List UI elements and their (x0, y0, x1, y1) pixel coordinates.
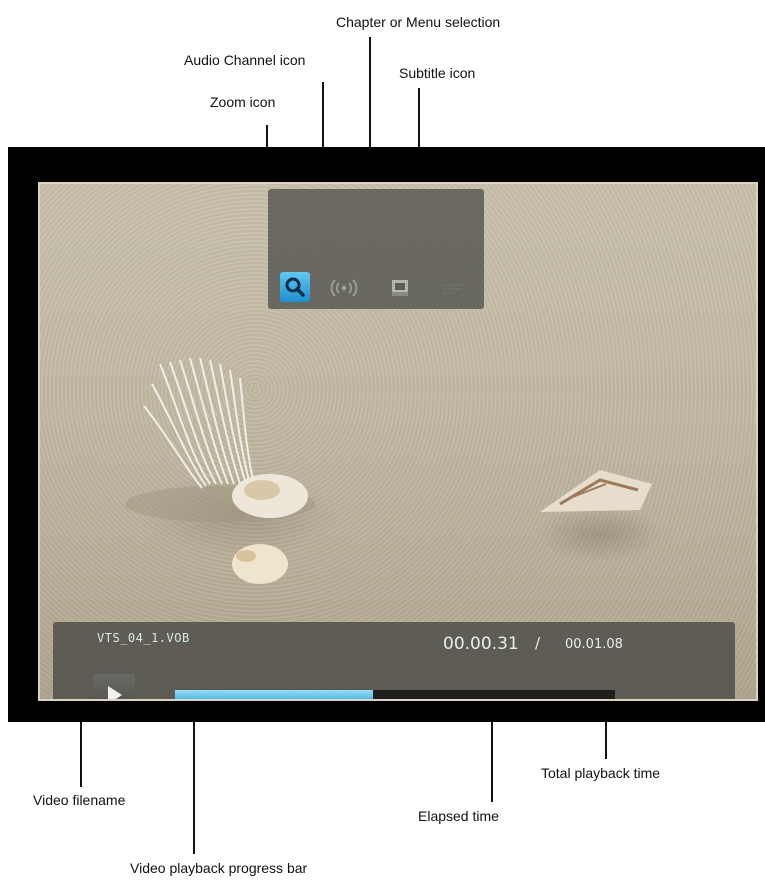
callout-zoom: Zoom icon (210, 94, 276, 110)
callout-elapsed-time: Elapsed time (418, 808, 499, 824)
broadcast-glyph (330, 279, 358, 297)
callout-total-playback-time: Total playback time (541, 765, 661, 781)
settings-icon-panel (268, 189, 484, 309)
chapter-glyph (392, 280, 408, 296)
progress-bar-fill (175, 690, 373, 699)
subtitle-icon[interactable] (438, 274, 466, 302)
callout-chapter-menu: Chapter or Menu selection (336, 14, 501, 30)
callout-audio-channel: Audio Channel icon (184, 52, 306, 68)
zoom-icon[interactable] (280, 272, 310, 302)
time-separator: / (535, 634, 541, 652)
callout-video-filename: Video filename (33, 792, 126, 808)
video-frame: VTS_04_1.VOB 00.00.31 / 00.01.08 (38, 182, 758, 701)
video-screen: VTS_04_1.VOB 00.00.31 / 00.01.08 (8, 147, 765, 722)
subtitle-glyph (442, 284, 462, 294)
callout-progress-bar: Video playback progress bar (130, 860, 308, 876)
play-icon (108, 686, 122, 699)
audio-channel-icon[interactable] (330, 274, 358, 302)
video-filename: VTS_04_1.VOB (97, 631, 190, 645)
playback-control-bar: VTS_04_1.VOB 00.00.31 / 00.01.08 (53, 622, 735, 699)
callout-subtitle: Subtitle icon (399, 65, 476, 81)
magnifier-glyph (285, 277, 305, 297)
chapter-menu-icon[interactable] (386, 274, 414, 302)
total-playback-time: 00.01.08 (565, 637, 623, 652)
video-progress-bar[interactable] (175, 690, 615, 699)
play-button[interactable] (93, 674, 135, 699)
elapsed-time: 00.00.31 (443, 634, 519, 654)
